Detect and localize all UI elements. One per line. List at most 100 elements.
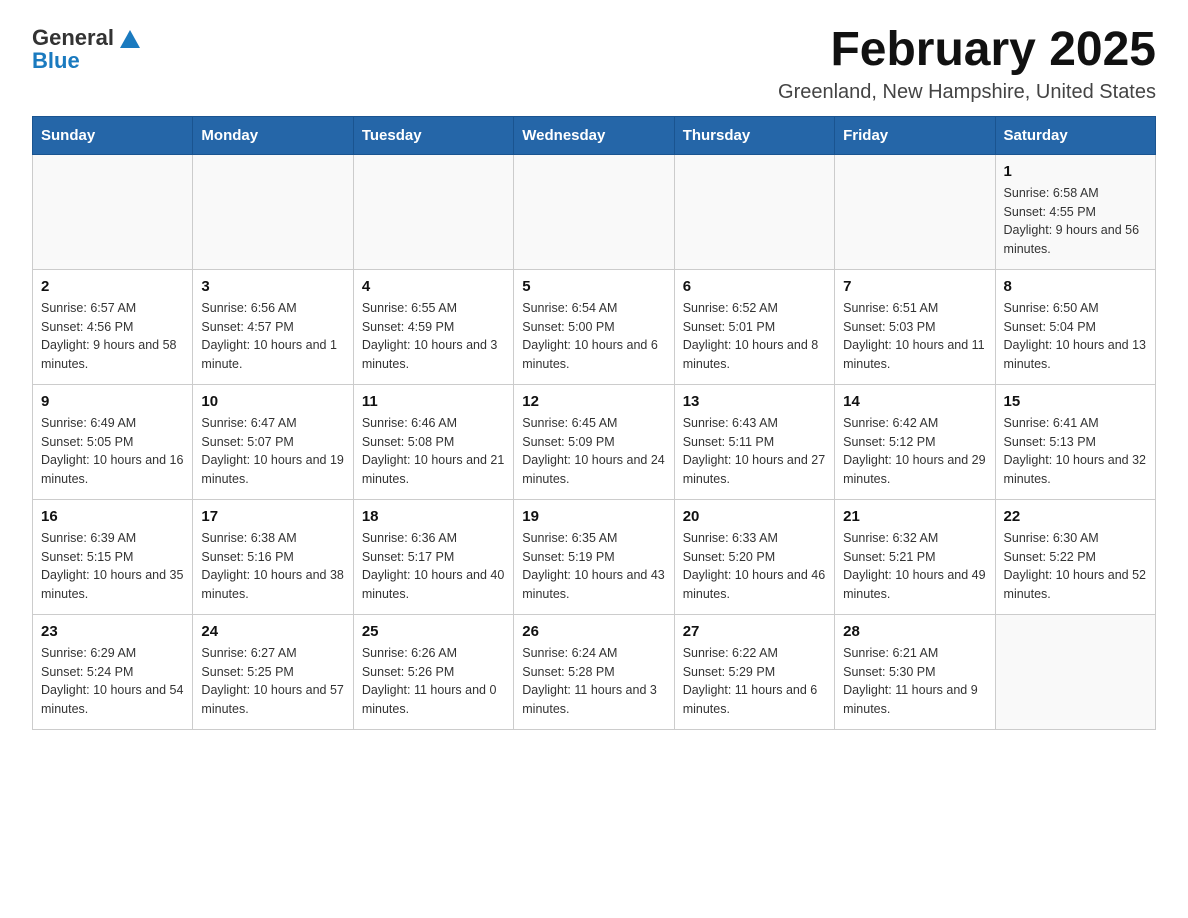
calendar-cell: 10 Sunrise: 6:47 AM Sunset: 5:07 PM Dayli… (193, 384, 353, 499)
calendar-body: 1 Sunrise: 6:58 AM Sunset: 4:55 PM Daylig… (33, 154, 1156, 729)
calendar-cell: 3 Sunrise: 6:56 AM Sunset: 4:57 PM Daylig… (193, 269, 353, 384)
day-info: Sunrise: 6:30 AM Sunset: 5:22 PM Dayligh… (1004, 529, 1147, 604)
calendar-cell: 21 Sunrise: 6:32 AM Sunset: 5:21 PM Dayli… (835, 499, 995, 614)
day-info: Sunrise: 6:41 AM Sunset: 5:13 PM Dayligh… (1004, 414, 1147, 489)
day-number: 13 (683, 393, 826, 410)
calendar-cell: 9 Sunrise: 6:49 AM Sunset: 5:05 PM Daylig… (33, 384, 193, 499)
calendar-cell: 11 Sunrise: 6:46 AM Sunset: 5:08 PM Dayli… (353, 384, 513, 499)
day-number: 24 (201, 623, 344, 640)
calendar-cell: 25Sunrise: 6:26 AM Sunset: 5:26 PM Dayli… (353, 614, 513, 729)
day-info: Sunrise: 6:55 AM Sunset: 4:59 PM Dayligh… (362, 299, 505, 374)
day-info: Sunrise: 6:49 AM Sunset: 5:05 PM Dayligh… (41, 414, 184, 489)
calendar-cell: 24Sunrise: 6:27 AM Sunset: 5:25 PM Dayli… (193, 614, 353, 729)
calendar-cell: 5 Sunrise: 6:54 AM Sunset: 5:00 PM Daylig… (514, 269, 674, 384)
calendar-week-row: 23 Sunrise: 6:29 AM Sunset: 5:24 PM Dayli… (33, 614, 1156, 729)
calendar-cell: 17 Sunrise: 6:38 AM Sunset: 5:16 PM Dayli… (193, 499, 353, 614)
logo: General Blue (32, 24, 144, 74)
day-info: Sunrise: 6:29 AM Sunset: 5:24 PM Dayligh… (41, 644, 184, 719)
logo-icon (116, 24, 144, 52)
day-number: 3 (201, 278, 344, 295)
calendar-cell: 22 Sunrise: 6:30 AM Sunset: 5:22 PM Dayli… (995, 499, 1155, 614)
day-info: Sunrise: 6:26 AM Sunset: 5:26 PM Dayligh… (362, 644, 505, 719)
calendar-table: SundayMondayTuesdayWednesdayThursdayFrid… (32, 116, 1156, 730)
calendar-cell: 12 Sunrise: 6:45 AM Sunset: 5:09 PM Dayli… (514, 384, 674, 499)
calendar-header-cell: Friday (835, 116, 995, 154)
day-number: 14 (843, 393, 986, 410)
day-info: Sunrise: 6:51 AM Sunset: 5:03 PM Dayligh… (843, 299, 986, 374)
calendar-week-row: 2 Sunrise: 6:57 AM Sunset: 4:56 PM Daylig… (33, 269, 1156, 384)
logo-blue-text: Blue (32, 48, 80, 74)
calendar-cell (193, 154, 353, 269)
day-info: Sunrise: 6:21 AM Sunset: 5:30 PM Dayligh… (843, 644, 986, 719)
day-number: 2 (41, 278, 184, 295)
calendar-header-cell: Monday (193, 116, 353, 154)
day-number: 26 (522, 623, 665, 640)
day-info: Sunrise: 6:47 AM Sunset: 5:07 PM Dayligh… (201, 414, 344, 489)
calendar-cell (353, 154, 513, 269)
day-number: 6 (683, 278, 826, 295)
day-number: 1 (1004, 163, 1147, 180)
calendar-cell: 4 Sunrise: 6:55 AM Sunset: 4:59 PM Daylig… (353, 269, 513, 384)
day-info: Sunrise: 6:36 AM Sunset: 5:17 PM Dayligh… (362, 529, 505, 604)
day-number: 8 (1004, 278, 1147, 295)
day-number: 9 (41, 393, 184, 410)
calendar-cell: 18 Sunrise: 6:36 AM Sunset: 5:17 PM Dayli… (353, 499, 513, 614)
day-number: 4 (362, 278, 505, 295)
day-number: 18 (362, 508, 505, 525)
calendar-cell: 6 Sunrise: 6:52 AM Sunset: 5:01 PM Daylig… (674, 269, 834, 384)
calendar-cell: 8 Sunrise: 6:50 AM Sunset: 5:04 PM Daylig… (995, 269, 1155, 384)
day-number: 19 (522, 508, 665, 525)
day-info: Sunrise: 6:58 AM Sunset: 4:55 PM Dayligh… (1004, 184, 1147, 259)
calendar-header-cell: Thursday (674, 116, 834, 154)
day-info: Sunrise: 6:39 AM Sunset: 5:15 PM Dayligh… (41, 529, 184, 604)
calendar-header-cell: Tuesday (353, 116, 513, 154)
day-info: Sunrise: 6:52 AM Sunset: 5:01 PM Dayligh… (683, 299, 826, 374)
calendar-cell (835, 154, 995, 269)
day-number: 12 (522, 393, 665, 410)
day-number: 27 (683, 623, 826, 640)
day-info: Sunrise: 6:45 AM Sunset: 5:09 PM Dayligh… (522, 414, 665, 489)
calendar-cell: 15 Sunrise: 6:41 AM Sunset: 5:13 PM Dayli… (995, 384, 1155, 499)
calendar-week-row: 16Sunrise: 6:39 AM Sunset: 5:15 PM Dayli… (33, 499, 1156, 614)
day-info: Sunrise: 6:50 AM Sunset: 5:04 PM Dayligh… (1004, 299, 1147, 374)
day-info: Sunrise: 6:33 AM Sunset: 5:20 PM Dayligh… (683, 529, 826, 604)
day-number: 5 (522, 278, 665, 295)
day-info: Sunrise: 6:32 AM Sunset: 5:21 PM Dayligh… (843, 529, 986, 604)
day-info: Sunrise: 6:38 AM Sunset: 5:16 PM Dayligh… (201, 529, 344, 604)
page-header: General Blue February 2025 Greenland, Ne… (32, 24, 1156, 104)
day-info: Sunrise: 6:57 AM Sunset: 4:56 PM Dayligh… (41, 299, 184, 374)
calendar-cell: 28Sunrise: 6:21 AM Sunset: 5:30 PM Dayli… (835, 614, 995, 729)
calendar-header-cell: Saturday (995, 116, 1155, 154)
calendar-header-cell: Wednesday (514, 116, 674, 154)
calendar-header-row: SundayMondayTuesdayWednesdayThursdayFrid… (33, 116, 1156, 154)
calendar-cell (514, 154, 674, 269)
day-number: 21 (843, 508, 986, 525)
calendar-cell: 13Sunrise: 6:43 AM Sunset: 5:11 PM Dayli… (674, 384, 834, 499)
day-info: Sunrise: 6:42 AM Sunset: 5:12 PM Dayligh… (843, 414, 986, 489)
day-info: Sunrise: 6:46 AM Sunset: 5:08 PM Dayligh… (362, 414, 505, 489)
day-info: Sunrise: 6:35 AM Sunset: 5:19 PM Dayligh… (522, 529, 665, 604)
day-number: 10 (201, 393, 344, 410)
day-number: 17 (201, 508, 344, 525)
day-number: 22 (1004, 508, 1147, 525)
page-title: February 2025 (778, 24, 1156, 77)
calendar-week-row: 1 Sunrise: 6:58 AM Sunset: 4:55 PM Daylig… (33, 154, 1156, 269)
calendar-cell: 1 Sunrise: 6:58 AM Sunset: 4:55 PM Daylig… (995, 154, 1155, 269)
calendar-week-row: 9 Sunrise: 6:49 AM Sunset: 5:05 PM Daylig… (33, 384, 1156, 499)
calendar-cell: 16Sunrise: 6:39 AM Sunset: 5:15 PM Dayli… (33, 499, 193, 614)
day-info: Sunrise: 6:56 AM Sunset: 4:57 PM Dayligh… (201, 299, 344, 374)
day-number: 23 (41, 623, 184, 640)
calendar-cell: 27 Sunrise: 6:22 AM Sunset: 5:29 PM Dayli… (674, 614, 834, 729)
day-number: 11 (362, 393, 505, 410)
title-block: February 2025 Greenland, New Hampshire, … (778, 24, 1156, 104)
calendar-header: SundayMondayTuesdayWednesdayThursdayFrid… (33, 116, 1156, 154)
day-number: 15 (1004, 393, 1147, 410)
calendar-header-cell: Sunday (33, 116, 193, 154)
calendar-cell: 7Sunrise: 6:51 AM Sunset: 5:03 PM Daylig… (835, 269, 995, 384)
day-info: Sunrise: 6:24 AM Sunset: 5:28 PM Dayligh… (522, 644, 665, 719)
calendar-cell: 20Sunrise: 6:33 AM Sunset: 5:20 PM Dayli… (674, 499, 834, 614)
calendar-cell (674, 154, 834, 269)
day-info: Sunrise: 6:22 AM Sunset: 5:29 PM Dayligh… (683, 644, 826, 719)
day-info: Sunrise: 6:54 AM Sunset: 5:00 PM Dayligh… (522, 299, 665, 374)
calendar-cell (33, 154, 193, 269)
